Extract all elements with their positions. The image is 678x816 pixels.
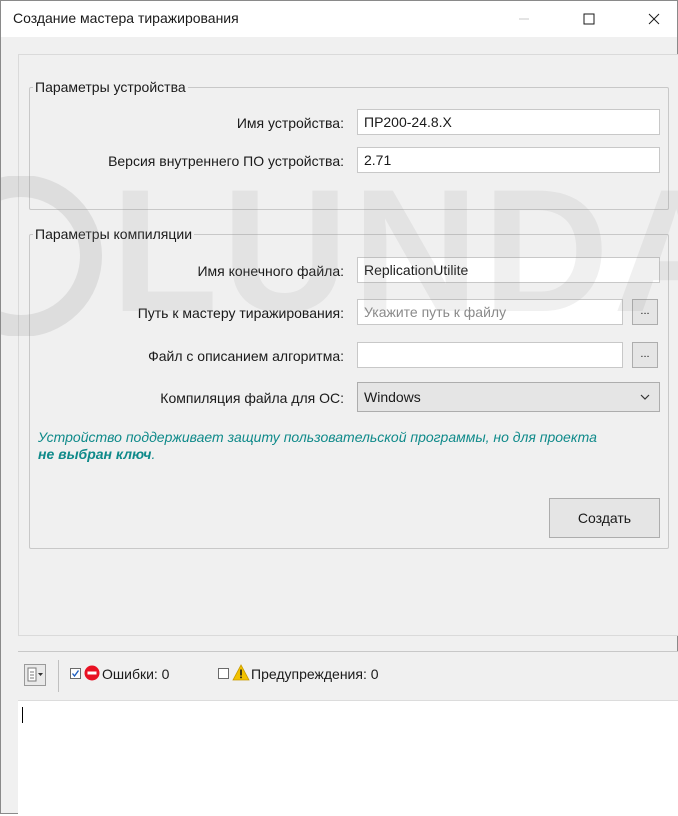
panel-options-button[interactable]: [24, 664, 46, 686]
errors-count-label: Ошибки: 0: [102, 666, 170, 682]
close-button[interactable]: [631, 1, 677, 37]
chevron-down-icon: [640, 394, 650, 400]
warning-icon: [232, 664, 250, 681]
firmware-version-field[interactable]: 2.71: [357, 147, 660, 173]
notice-bold-text: не выбран ключ: [38, 446, 152, 462]
messages-toolbar: Ошибки: 0 Предупреждения: 0: [18, 652, 678, 701]
algorithm-file-field[interactable]: [357, 342, 623, 368]
checkmark-icon: [71, 670, 80, 678]
wizard-path-label: Путь к мастеру тиражирования:: [137, 305, 344, 321]
device-params-legend: Параметры устройства: [35, 79, 186, 95]
list-dropdown-icon: [27, 667, 43, 682]
output-file-field[interactable]: ReplicationUtilite: [357, 257, 660, 283]
notice-text: Устройство поддерживает защиту пользоват…: [38, 429, 597, 445]
device-name-field[interactable]: ПР200-24.8.Х: [357, 109, 660, 135]
output-file-label: Имя конечного файла:: [197, 263, 344, 279]
target-os-label: Компиляция файла для ОС:: [160, 390, 344, 406]
notice-end: .: [151, 446, 156, 462]
wizard-path-browse-button[interactable]: ...: [632, 299, 658, 325]
wizard-path-field[interactable]: Укажите путь к файлу: [357, 299, 623, 325]
messages-panel: Ошибки: 0 Предупреждения: 0: [18, 651, 678, 816]
text-caret: [22, 707, 23, 723]
close-icon: [648, 13, 660, 25]
messages-log-area[interactable]: [18, 701, 678, 816]
error-icon: [84, 665, 100, 681]
device-name-label: Имя устройства:: [236, 115, 344, 131]
device-params-group: Параметры устройства: [29, 79, 669, 210]
window-title: Создание мастера тиражирования: [13, 10, 239, 26]
algorithm-file-label: Файл с описанием алгоритма:: [148, 348, 344, 364]
maximize-icon: [583, 13, 595, 25]
algorithm-file-browse-button[interactable]: ...: [632, 342, 658, 368]
warnings-count-label: Предупреждения: 0: [251, 666, 379, 682]
toolbar-separator: [58, 660, 59, 692]
minimize-icon: [519, 18, 529, 20]
create-button[interactable]: Создать: [549, 498, 660, 538]
target-os-value: Windows: [364, 389, 421, 405]
minimize-button[interactable]: [501, 1, 547, 37]
replication-wizard-window: Создание мастера тиражирования Параметры…: [0, 0, 678, 816]
key-not-selected-notice: Устройство поддерживает защиту пользоват…: [38, 429, 658, 463]
compile-params-legend: Параметры компиляции: [35, 226, 193, 242]
target-os-select[interactable]: Windows: [357, 382, 660, 412]
errors-checkbox[interactable]: [70, 668, 81, 679]
title-bar[interactable]: Создание мастера тиражирования: [1, 1, 677, 37]
warnings-checkbox[interactable]: [218, 668, 229, 679]
maximize-button[interactable]: [566, 1, 612, 37]
firmware-version-label: Версия внутреннего ПО устройства:: [108, 153, 344, 169]
